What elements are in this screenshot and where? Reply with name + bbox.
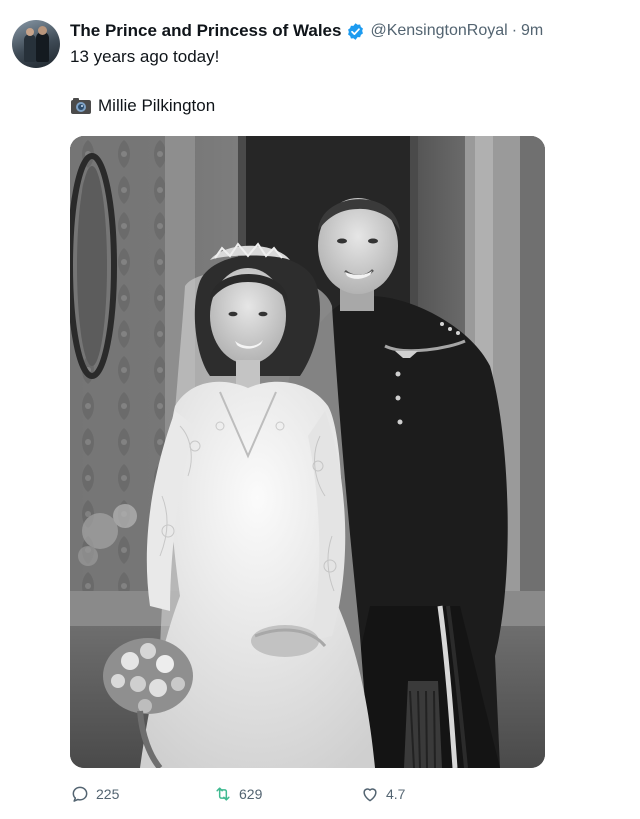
- photo-credit: Millie Pilkington: [70, 96, 215, 116]
- header-separator: ·: [511, 22, 518, 39]
- photo-credit-name[interactable]: Millie Pilkington: [98, 96, 215, 116]
- verified-badge-icon: [348, 22, 364, 40]
- like-icon: [363, 788, 377, 802]
- tweet-header: The Prince and Princess of Wales @Kensin…: [70, 20, 630, 42]
- like-button[interactable]: 4.7: [360, 784, 405, 804]
- author-name[interactable]: The Prince and Princess of Wales: [70, 21, 341, 41]
- tweet-timestamp[interactable]: 9m: [521, 22, 543, 40]
- reply-button[interactable]: 225: [70, 784, 119, 804]
- tweet-photo[interactable]: [70, 136, 545, 768]
- retweet-button[interactable]: 629: [213, 784, 262, 804]
- camera-icon: [71, 98, 91, 114]
- tweet-card[interactable]: The Prince and Princess of Wales @Kensin…: [0, 0, 640, 819]
- reply-count: 225: [96, 786, 120, 802]
- tweet-actions: 225 629 4.7: [70, 784, 500, 808]
- reply-icon: [72, 786, 88, 802]
- retweet-icon: [216, 787, 230, 801]
- tweet-text: 13 years ago today!: [70, 47, 220, 66]
- wedding-photo-illustration: [70, 136, 545, 768]
- author-handle[interactable]: @KensingtonRoyal: [370, 22, 507, 40]
- retweet-count: 629: [239, 786, 263, 802]
- fade-overlay: [400, 784, 500, 808]
- author-avatar[interactable]: [12, 20, 60, 68]
